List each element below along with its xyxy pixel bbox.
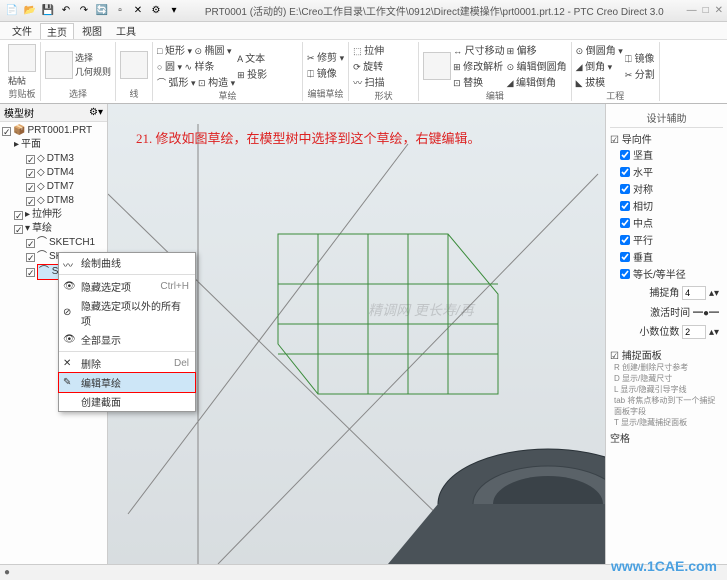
settings-icon[interactable]: ⚙ bbox=[148, 3, 164, 19]
tree-node-dtm7[interactable]: ◇ DTM7 bbox=[2, 180, 105, 194]
regen-icon[interactable]: 🔄 bbox=[94, 3, 110, 19]
chk-horizontal[interactable]: 水平 bbox=[610, 163, 723, 180]
tree-header: 模型树 ⚙▾ bbox=[0, 104, 107, 122]
cylinder-part bbox=[388, 449, 605, 564]
section-space: 空格 bbox=[610, 428, 723, 447]
ribbon: 粘帖 剪贴板 选择几何规则 选择 线 □ 矩形 ▾ ⊙ 椭圆 ▾ ○ 圆 ▾ ∿… bbox=[0, 40, 727, 104]
ribbon-group-line: 线 bbox=[116, 42, 153, 101]
tree-node-extrude[interactable]: ▸ 拉伸形 bbox=[2, 208, 105, 222]
chk-equal[interactable]: 等长/等半径 bbox=[610, 265, 723, 282]
ribbon-group-shape: ⬚ 拉伸 ⟳ 旋转 〰 扫描 形状 bbox=[349, 42, 419, 101]
new-icon[interactable]: 📄 bbox=[4, 3, 20, 19]
ribbon-group-clipboard: 粘帖 剪贴板 bbox=[4, 42, 41, 101]
snap-angle-input[interactable] bbox=[682, 286, 706, 300]
save-icon[interactable]: 💾 bbox=[40, 3, 56, 19]
decimals-row: 小数位数 ▴▾ bbox=[610, 321, 723, 341]
open-icon[interactable]: 📂 bbox=[22, 3, 38, 19]
ctx-delete[interactable]: ✕删除Del bbox=[59, 354, 195, 373]
status-icon: ● bbox=[4, 567, 10, 578]
help-text: R 创建/删除尺寸参考 D 显示/隐藏尺寸 L 显示/隐藏引导字线 tab 将焦… bbox=[610, 362, 723, 428]
ctx-edit-sketch[interactable]: ✎编辑草绘 bbox=[59, 373, 195, 392]
chk-parallel[interactable]: 平行 bbox=[610, 231, 723, 248]
tree-root[interactable]: 📦 PRT0001.PRT bbox=[2, 124, 105, 138]
menu-file[interactable]: 文件 bbox=[6, 23, 38, 38]
duration-row: 激活时间 ━●━ bbox=[610, 302, 723, 321]
paste-button[interactable] bbox=[8, 44, 36, 72]
context-menu: 〰绘制曲线 👁隐藏选定项Ctrl+H ⊘隐藏选定项以外的所有项 👁全部显示 ✕删… bbox=[58, 252, 196, 412]
tree-node-dtm8[interactable]: ◇ DTM8 bbox=[2, 194, 105, 208]
title-bar: 📄 📂 💾 ↶ ↷ 🔄 ▫ ✕ ⚙ ▾ PRT0001 (活动的) E:\Cre… bbox=[0, 0, 727, 22]
design-aid-panel: 设计辅助 ☑ 导向件 坚直 水平 对称 相切 中点 平行 垂直 等长/等半径 捕… bbox=[605, 104, 727, 564]
minimize-icon[interactable]: — bbox=[687, 5, 697, 16]
tree-node-sketch-group[interactable]: ▾ 草绘 bbox=[2, 222, 105, 236]
quick-access-toolbar: 📄 📂 💾 ↶ ↷ 🔄 ▫ ✕ ⚙ ▾ bbox=[4, 3, 182, 19]
watermark-url: www.1CAE.com bbox=[611, 558, 717, 574]
tree-settings-icon[interactable]: ⚙▾ bbox=[89, 107, 103, 118]
menu-tools[interactable]: 工具 bbox=[110, 23, 142, 38]
line-button[interactable] bbox=[120, 51, 148, 79]
ctx-show-all[interactable]: 👁全部显示 bbox=[59, 330, 195, 349]
ribbon-group-edit-sketch: ✂ 修剪 ▾ ⎅ 镜像 编辑草绘 bbox=[303, 42, 349, 101]
ctx-create-section[interactable]: 创建截面 bbox=[59, 392, 195, 411]
snap-angle-row: 捕捉角 ▴▾ bbox=[610, 282, 723, 302]
tree-node-plane[interactable]: ▸ 平面 bbox=[2, 138, 105, 152]
redo-icon[interactable]: ↷ bbox=[76, 3, 92, 19]
ctx-draw-curve[interactable]: 〰绘制曲线 bbox=[59, 253, 195, 272]
tree-node-dtm3[interactable]: ◇ DTM3 bbox=[2, 152, 105, 166]
move-button[interactable] bbox=[423, 52, 451, 80]
chk-midpoint[interactable]: 中点 bbox=[610, 214, 723, 231]
chk-tangent[interactable]: 相切 bbox=[610, 197, 723, 214]
ctx-hide-selected[interactable]: 👁隐藏选定项Ctrl+H bbox=[59, 277, 195, 296]
dropdown-icon[interactable]: ▾ bbox=[166, 3, 182, 19]
win-icon[interactable]: ▫ bbox=[112, 3, 128, 19]
chk-vertical[interactable]: 坚直 bbox=[610, 146, 723, 163]
menu-home[interactable]: 主页 bbox=[40, 23, 74, 39]
undo-icon[interactable]: ↶ bbox=[58, 3, 74, 19]
ctx-hide-others[interactable]: ⊘隐藏选定项以外的所有项 bbox=[59, 296, 195, 330]
ribbon-group-move: ↔ 尺寸移动 ⊞ 修改解析 ⊡ 替换 ⊞ 偏移 ⊙ 编辑倒圆角 ◢ 编辑倒角 编… bbox=[419, 42, 572, 101]
chk-symmetric[interactable]: 对称 bbox=[610, 180, 723, 197]
ribbon-group-select: 选择几何规则 选择 bbox=[41, 42, 116, 101]
tree-node-sketch1[interactable]: ⌒ SKETCH1 bbox=[2, 236, 105, 250]
select-button[interactable] bbox=[45, 51, 73, 79]
watermark-center: 精调网 更长寿/再 bbox=[368, 300, 474, 320]
chk-perpendicular[interactable]: 垂直 bbox=[610, 248, 723, 265]
aux-title: 设计辅助 bbox=[610, 108, 723, 128]
maximize-icon[interactable]: □ bbox=[703, 5, 709, 16]
menu-view[interactable]: 视图 bbox=[76, 23, 108, 38]
tree-title: 模型树 bbox=[4, 105, 34, 120]
close-window-icon[interactable]: ✕ bbox=[715, 5, 723, 16]
window-controls: — □ ✕ bbox=[687, 5, 723, 16]
window-title: PRT0001 (活动的) E:\Creo工作目录\工作文件\0912\Dire… bbox=[182, 3, 687, 18]
tree-node-dtm4[interactable]: ◇ DTM4 bbox=[2, 166, 105, 180]
section-guides: ☑ 导向件 bbox=[610, 131, 723, 146]
section-snap-panel: ☑ 捕捉面板 bbox=[610, 347, 723, 362]
decimals-input[interactable] bbox=[682, 325, 706, 339]
ribbon-group-sketch: □ 矩形 ▾ ⊙ 椭圆 ▾ ○ 圆 ▾ ∿ 样条 ⌒ 弧形 ▾ ⊡ 构造 ▾ A… bbox=[153, 42, 303, 101]
annotation-text: 21. 修改如图草绘，在模型树中选择到这个草绘，右键编辑。 bbox=[136, 128, 481, 147]
ribbon-group-eng: ⊙ 倒圆角 ▾ ◢ 倒角 ▾ ◣ 拔模 ⎅ 镜像 ✂ 分割 工程 bbox=[572, 42, 660, 101]
close-icon[interactable]: ✕ bbox=[130, 3, 146, 19]
menu-bar: 文件 主页 视图 工具 bbox=[0, 22, 727, 40]
